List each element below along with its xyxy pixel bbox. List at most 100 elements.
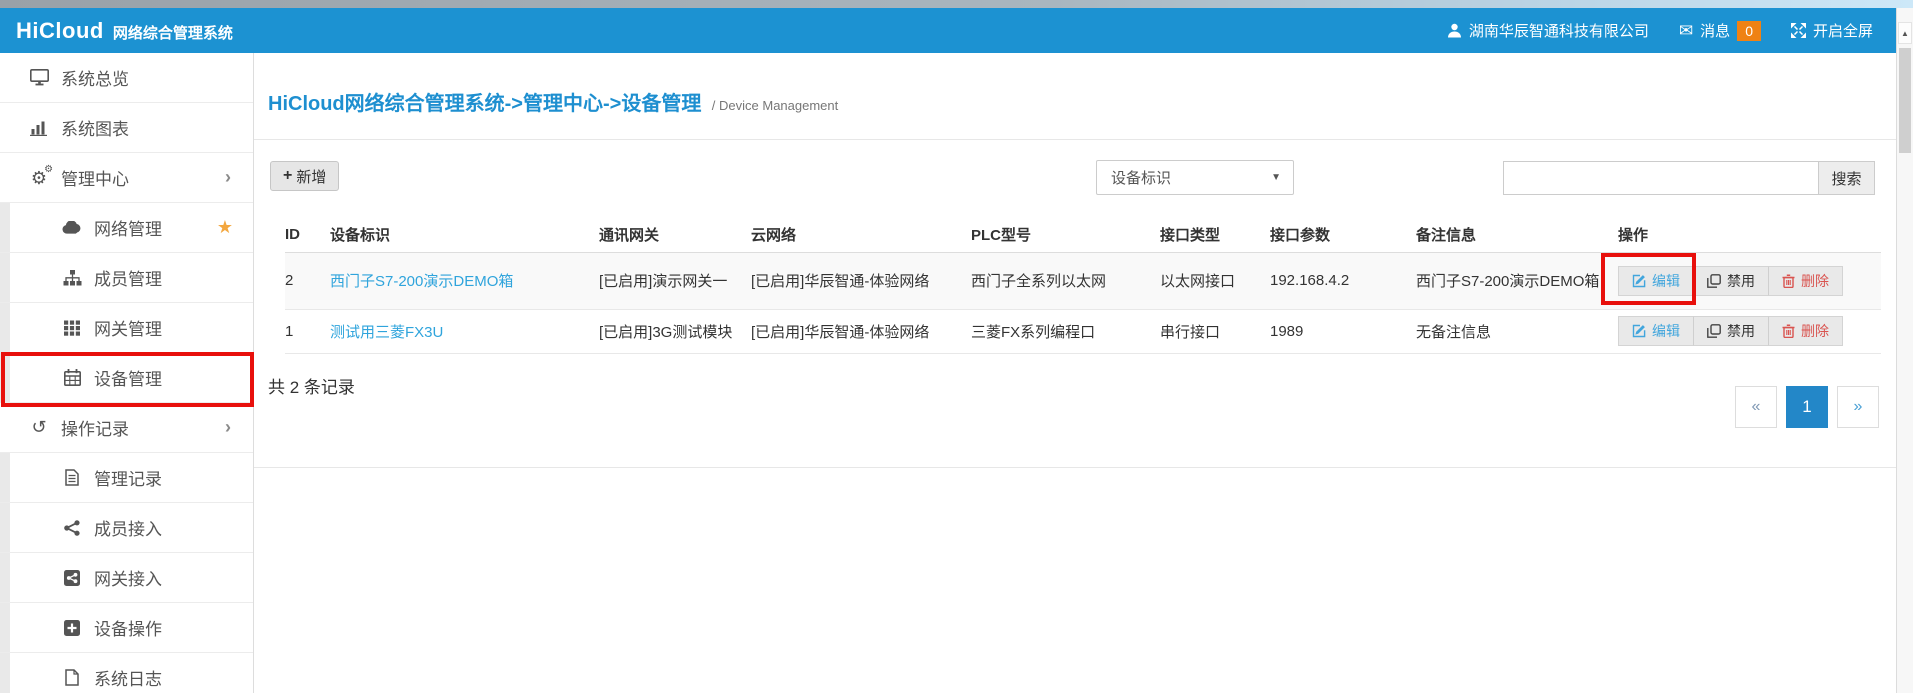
grid-icon [59, 320, 85, 336]
sidebar-item-network-management[interactable]: 网络管理 ★ [0, 203, 253, 253]
sidebar-item-system-charts[interactable]: 系统图表 [0, 103, 253, 153]
table-header-row: ID 设备标识 通讯网关 云网络 PLC型号 接口类型 接口参数 备注信息 操作 [285, 218, 1881, 252]
sidebar-item-system-logs[interactable]: 系统日志 [0, 653, 253, 693]
fullscreen-toggle[interactable]: 开启全屏 [1791, 20, 1873, 41]
cell-plc-model: 西门子全系列以太网 [971, 252, 1160, 309]
disable-button[interactable]: 禁用 [1693, 266, 1769, 296]
sidebar-item-gateway-access[interactable]: 网关接入 [0, 553, 253, 603]
table-row: 1 测试用三菱FX3U [已启用]3G测试模块 [已启用]华辰智通-体验网络 三… [285, 309, 1881, 353]
sidebar-item-label: 设备操作 [94, 615, 162, 640]
share-icon [59, 520, 85, 536]
col-header-gateway: 通讯网关 [599, 218, 751, 252]
toolbar: + 新增 设备标识 ▼ 搜索 [254, 140, 1896, 218]
edit-button[interactable]: 编辑 [1618, 316, 1694, 346]
trash-icon [1782, 274, 1795, 288]
sidebar-item-label: 网关接入 [94, 565, 162, 590]
sidebar-item-label: 系统总览 [61, 65, 129, 90]
sidebar-item-member-management[interactable]: 成员管理 [0, 253, 253, 303]
messages-menu[interactable]: ✉ 消息 0 [1679, 20, 1761, 41]
delete-button[interactable]: 删除 [1768, 316, 1843, 346]
cell-interface-param: 192.168.4.2 [1270, 252, 1416, 309]
sidebar-item-device-management[interactable]: 设备管理 [0, 353, 253, 403]
sidebar-item-label: 操作记录 [61, 415, 129, 440]
col-header-plc-model: PLC型号 [971, 218, 1160, 252]
pagination: « 1 » [1735, 386, 1879, 428]
sidebar-item-gateway-management[interactable]: 网关管理 [0, 303, 253, 353]
search-input[interactable] [1503, 161, 1818, 195]
scrollbar-up-arrow[interactable]: ▲ [1898, 22, 1912, 44]
cell-interface-type: 串行接口 [1160, 309, 1270, 353]
brand-name: HiCloud [16, 18, 104, 44]
trash-icon [1782, 324, 1795, 338]
sidebar-item-label: 系统日志 [94, 665, 162, 690]
file-text-icon [59, 469, 85, 486]
bar-chart-icon [26, 120, 52, 136]
search-button[interactable]: 搜索 [1818, 161, 1875, 195]
sidebar-item-management-center[interactable]: ⚙⚙ 管理中心 › [0, 153, 253, 203]
add-button-label: 新增 [296, 166, 326, 187]
topbar: HiCloud 网络综合管理系统 湖南华辰智通科技有限公司 ✉ 消息 0 开启全… [0, 8, 1913, 53]
vertical-scrollbar[interactable]: ▲ [1896, 8, 1913, 693]
cell-interface-param: 1989 [1270, 309, 1416, 353]
company-name: 湖南华辰智通科技有限公司 [1469, 20, 1649, 41]
pagination-prev-button[interactable]: « [1735, 386, 1777, 428]
delete-button[interactable]: 删除 [1768, 266, 1843, 296]
sidebar-item-label: 管理记录 [94, 465, 162, 490]
brand-logo[interactable]: HiCloud 网络综合管理系统 [16, 18, 233, 44]
sidebar-item-label: 系统图表 [61, 115, 129, 140]
pagination-next-button[interactable]: » [1837, 386, 1879, 428]
edit-icon [1632, 274, 1646, 288]
cell-plc-model: 三菱FX系列编程口 [971, 309, 1160, 353]
add-button[interactable]: + 新增 [270, 161, 339, 191]
messages-count-badge: 0 [1737, 21, 1761, 41]
cell-gateway: [已启用]3G测试模块 [599, 309, 751, 353]
sidebar-item-operation-records[interactable]: ↺ 操作记录 › [0, 403, 253, 453]
main-content: HiCloud网络综合管理系统->管理中心->设备管理 / Device Man… [254, 53, 1896, 693]
window-edge-strip [0, 0, 1913, 8]
file-icon [59, 669, 85, 686]
search-group: 搜索 [1503, 161, 1875, 195]
sidebar-item-label: 设备管理 [94, 365, 162, 390]
records-count: 共 2 条记录 [268, 373, 355, 398]
breadcrumb: HiCloud网络综合管理系统->管理中心->设备管理 [268, 93, 701, 115]
gears-icon: ⚙⚙ [26, 169, 52, 187]
plus-square-icon [59, 620, 85, 636]
messages-label: 消息 [1700, 20, 1730, 41]
brand-suffix: 网络综合管理系统 [113, 22, 233, 43]
filter-field-select[interactable]: 设备标识 ▼ [1096, 160, 1294, 195]
user-icon [1447, 23, 1462, 38]
sidebar-item-label: 网络管理 [94, 215, 162, 240]
col-header-interface-param: 接口参数 [1270, 218, 1416, 252]
sidebar-item-label: 成员管理 [94, 265, 162, 290]
cell-id: 1 [285, 309, 330, 353]
calendar-icon [59, 369, 85, 386]
scrollbar-thumb[interactable] [1899, 48, 1911, 153]
sidebar-item-management-records[interactable]: 管理记录 [0, 453, 253, 503]
col-header-remark: 备注信息 [1416, 218, 1618, 252]
disable-icon [1707, 324, 1721, 338]
row-actions: 编辑 禁用 [1618, 316, 1843, 346]
cell-gateway: [已启用]演示网关一 [599, 252, 751, 309]
desktop-icon [26, 69, 52, 86]
cell-remark: 西门子S7-200演示DEMO箱 [1416, 252, 1618, 309]
chevron-right-icon: › [225, 417, 231, 438]
sidebar-item-label: 管理中心 [61, 165, 129, 190]
device-name-link[interactable]: 西门子S7-200演示DEMO箱 [330, 273, 513, 290]
col-header-actions: 操作 [1618, 218, 1881, 252]
col-header-id: ID [285, 218, 330, 252]
filter-field-value: 设备标识 [1111, 167, 1171, 188]
device-table: ID 设备标识 通讯网关 云网络 PLC型号 接口类型 接口参数 备注信息 操作… [285, 218, 1881, 354]
sidebar-item-system-overview[interactable]: 系统总览 [0, 53, 253, 103]
cell-cloud-network: [已启用]华辰智通-体验网络 [751, 252, 971, 309]
table-footer: 共 2 条记录 « 1 » [254, 354, 1896, 468]
edit-button[interactable]: 编辑 [1618, 266, 1694, 296]
pagination-page-1-button[interactable]: 1 [1786, 386, 1828, 428]
sidebar-item-device-operations[interactable]: 设备操作 [0, 603, 253, 653]
history-icon: ↺ [26, 417, 52, 438]
breadcrumb-subtitle: / Device Management [712, 98, 838, 113]
disable-button[interactable]: 禁用 [1693, 316, 1769, 346]
sidebar-item-member-access[interactable]: 成员接入 [0, 503, 253, 553]
sitemap-icon [59, 270, 85, 286]
company-menu[interactable]: 湖南华辰智通科技有限公司 [1447, 20, 1649, 41]
device-name-link[interactable]: 测试用三菱FX3U [330, 324, 443, 341]
